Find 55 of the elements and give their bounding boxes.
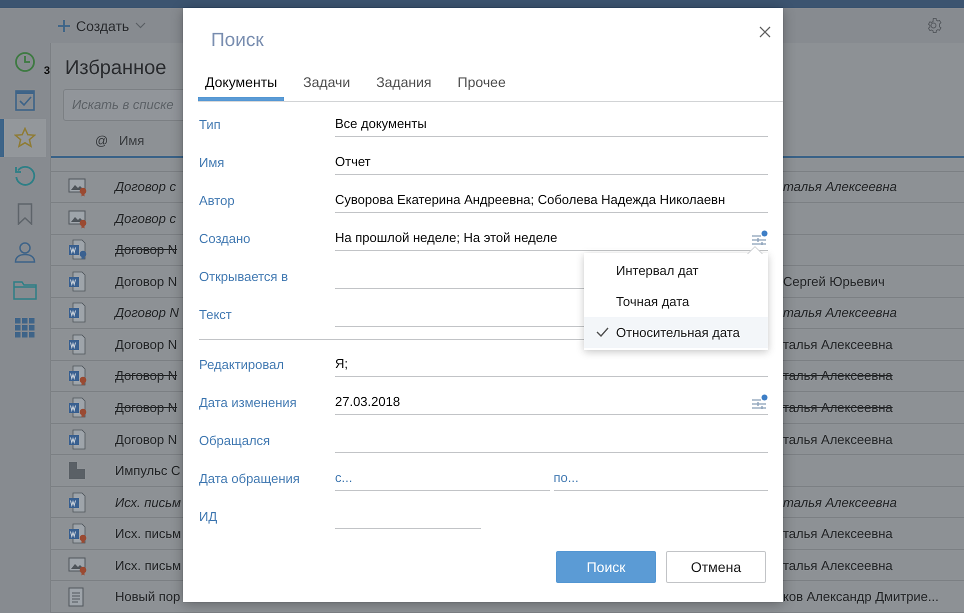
tab[interactable]: Документы bbox=[198, 66, 284, 101]
table-cell: Договор N bbox=[115, 305, 179, 320]
field-label: Имя bbox=[199, 154, 226, 170]
field-label: Создано bbox=[199, 230, 252, 246]
table-cell: Договор N bbox=[115, 368, 178, 384]
tab[interactable]: Задания bbox=[369, 66, 439, 101]
create-button[interactable]: Создать bbox=[58, 18, 146, 34]
field-label: Автор bbox=[199, 192, 236, 208]
input-field[interactable]: с... bbox=[335, 466, 550, 490]
field-label: Обращался bbox=[199, 432, 272, 448]
table-cell: Договор с bbox=[115, 210, 176, 226]
table-cell: Договор N bbox=[115, 242, 178, 258]
field-label: Текст bbox=[199, 306, 233, 322]
dialog-title: Поиск bbox=[211, 30, 264, 52]
table-cell: талья Алексеевна bbox=[783, 368, 893, 384]
cancel-button[interactable]: Отмена bbox=[666, 551, 766, 583]
table-cell: Исх. письм bbox=[115, 526, 182, 542]
table-cell: Договор с bbox=[115, 179, 176, 194]
table-cell: Исх. письм bbox=[115, 558, 182, 573]
count-label: 3 bbox=[44, 65, 50, 77]
table-cell: талья Алексеевна bbox=[783, 558, 893, 573]
table-cell: Договор N bbox=[115, 400, 178, 415]
table-cell: Договор N bbox=[115, 432, 178, 447]
menu-item[interactable]: Точная дата bbox=[584, 286, 768, 317]
tab[interactable]: Прочее bbox=[450, 66, 513, 101]
input-field[interactable]: Я; bbox=[335, 352, 768, 376]
table-cell: Договор N bbox=[115, 274, 178, 289]
table-cell: талья Алексеевна bbox=[783, 305, 897, 320]
input-field[interactable]: Суворова Екатерина Андреевна; Соболева Надежда Николаевн bbox=[335, 188, 768, 212]
input-field[interactable]: 27.03.2018 bbox=[335, 390, 768, 414]
table-cell: талья Алексеевна bbox=[783, 400, 893, 415]
table-cell: Новый пор bbox=[115, 589, 180, 604]
table-cell: Договор N bbox=[115, 336, 178, 352]
table-cell: Импульс С bbox=[115, 463, 180, 478]
tab[interactable]: Задачи bbox=[296, 66, 358, 101]
input-field[interactable]: Отчет bbox=[335, 150, 768, 174]
input-field[interactable]: Все документы bbox=[335, 112, 768, 136]
table-cell: Исх. письм bbox=[115, 494, 181, 510]
table-cell: ков Александр Дмитрие... bbox=[783, 589, 939, 604]
field-label: ИД bbox=[199, 508, 218, 524]
table-cell: Сергей Юрьевич bbox=[783, 274, 885, 289]
menu-item[interactable]: Относительная дата bbox=[584, 317, 768, 348]
table-cell: талья Алексеевна bbox=[783, 179, 897, 194]
table-cell: талья Алексеевна bbox=[783, 494, 897, 510]
table-cell: талья Алексеевна bbox=[783, 526, 893, 542]
field-label: Редактировал bbox=[199, 356, 285, 372]
menu-item[interactable]: Интервал дат bbox=[584, 255, 768, 286]
field-label: Дата обращения bbox=[199, 470, 301, 486]
input-field[interactable]: На прошлой неделе; На этой неделе bbox=[335, 226, 768, 250]
table-cell: талья Алексеевна bbox=[783, 336, 893, 352]
input-field[interactable]: по... bbox=[554, 466, 768, 490]
field-label: Открывается в bbox=[199, 268, 289, 284]
table-cell: талья Алексеевна bbox=[783, 432, 893, 447]
field-label: Дата изменения bbox=[199, 394, 298, 410]
list-title: Избранное bbox=[65, 57, 166, 81]
